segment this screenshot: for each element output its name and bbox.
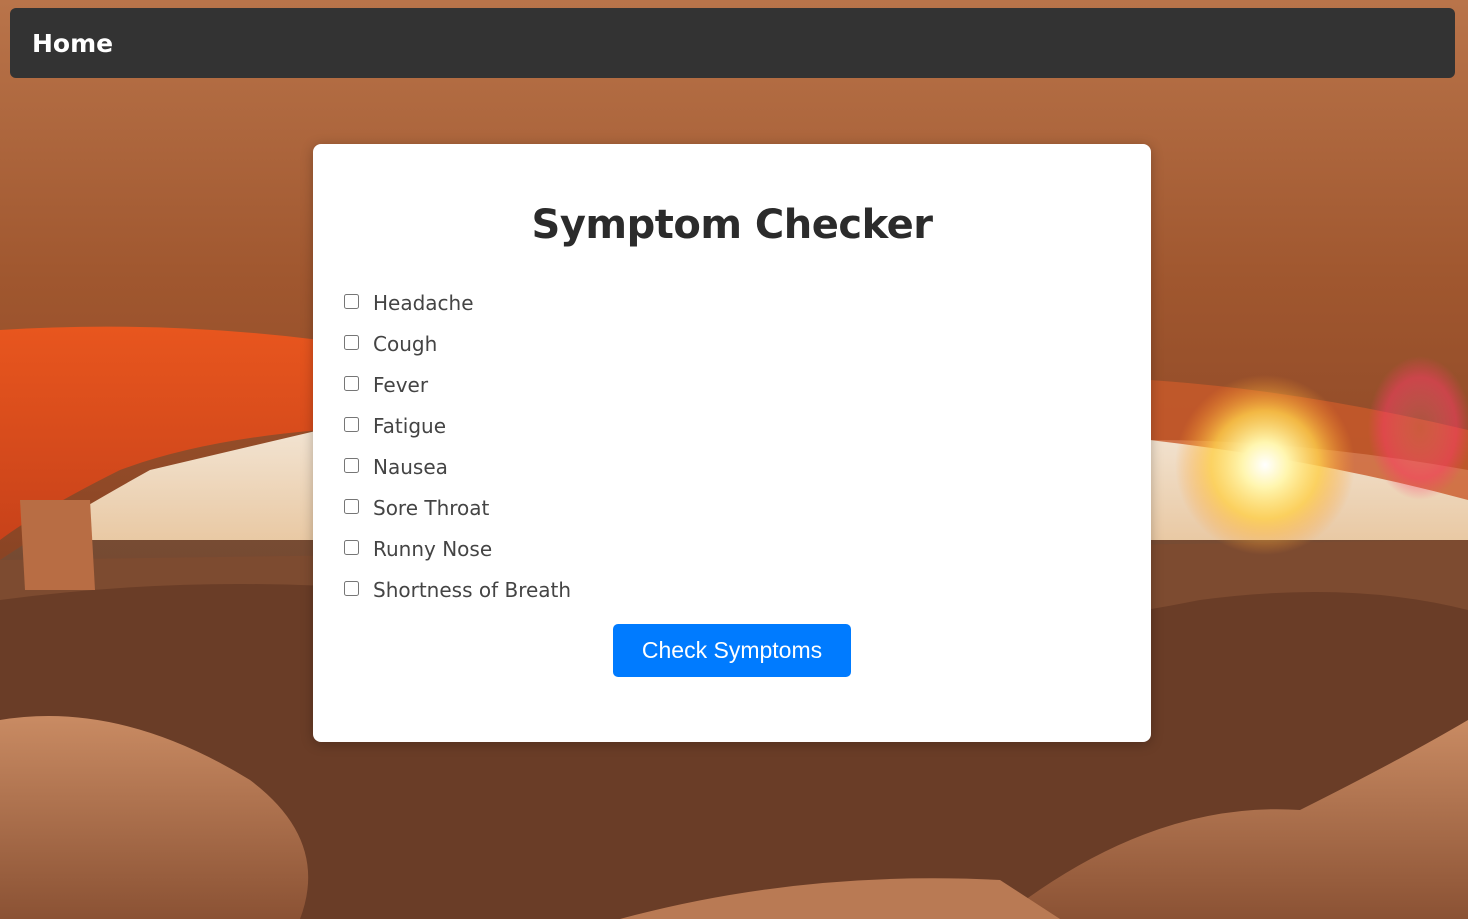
symptom-item-headache: Headache <box>344 282 571 323</box>
symptom-label: Fatigue <box>373 413 446 438</box>
symptom-option[interactable]: Cough <box>344 332 437 356</box>
symptom-option[interactable]: Nausea <box>344 455 448 479</box>
symptom-checker-card: Symptom Checker Headache Cough Fever Fat… <box>313 144 1151 742</box>
symptom-label: Cough <box>373 331 438 356</box>
nausea-checkbox[interactable] <box>344 458 359 473</box>
symptom-item-nausea: Nausea <box>344 446 571 487</box>
symptom-label: Headache <box>373 290 474 315</box>
top-navbar: Home <box>10 8 1455 78</box>
symptom-item-cough: Cough <box>344 323 571 364</box>
runny-nose-checkbox[interactable] <box>344 540 359 555</box>
symptom-item-fatigue: Fatigue <box>344 405 571 446</box>
check-symptoms-button[interactable]: Check Symptoms <box>613 624 851 677</box>
symptom-item-fever: Fever <box>344 364 571 405</box>
symptom-option[interactable]: Sore Throat <box>344 496 489 520</box>
fever-checkbox[interactable] <box>344 376 359 391</box>
symptom-label: Runny Nose <box>373 536 493 561</box>
cough-checkbox[interactable] <box>344 335 359 350</box>
shortness-of-breath-checkbox[interactable] <box>344 581 359 596</box>
symptom-option[interactable]: Shortness of Breath <box>344 578 571 602</box>
home-link[interactable]: Home <box>32 29 113 58</box>
page-title: Symptom Checker <box>531 202 933 248</box>
symptom-list: Headache Cough Fever Fatigue Nausea Sore… <box>344 282 571 610</box>
sore-throat-checkbox[interactable] <box>344 499 359 514</box>
symptom-item-runny-nose: Runny Nose <box>344 528 571 569</box>
symptom-item-sore-throat: Sore Throat <box>344 487 571 528</box>
symptom-option[interactable]: Fever <box>344 373 428 397</box>
symptom-option[interactable]: Runny Nose <box>344 537 492 561</box>
symptom-label: Fever <box>373 372 429 397</box>
symptom-option[interactable]: Fatigue <box>344 414 446 438</box>
symptom-label: Sore Throat <box>373 495 490 520</box>
fatigue-checkbox[interactable] <box>344 417 359 432</box>
symptom-item-shortness-of-breath: Shortness of Breath <box>344 569 571 610</box>
symptom-label: Nausea <box>373 454 448 479</box>
headache-checkbox[interactable] <box>344 294 359 309</box>
symptom-label: Shortness of Breath <box>373 577 572 602</box>
symptom-option[interactable]: Headache <box>344 291 474 315</box>
